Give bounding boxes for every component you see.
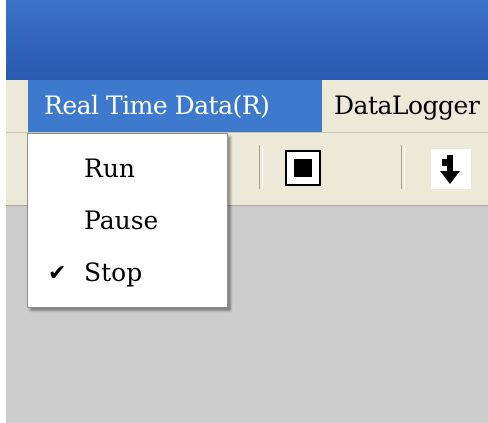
menu-item-run[interactable]: Run [28,144,227,194]
menu-item-stop[interactable]: ✔ Stop [28,248,227,298]
menu-datalogger[interactable]: DataLogger [334,80,480,132]
menu-item-stop-label: Stop [84,258,143,287]
checkmark-icon: ✔ [48,261,67,286]
download-arrow-icon [440,155,460,184]
menu-item-pause-label: Pause [84,206,159,235]
toolbar-separator [401,145,405,189]
toolbar-separator [259,145,263,189]
download-arrow-button[interactable] [431,149,471,189]
menu-bar: Real Time Data(R) DataLogger [6,80,488,133]
stop-button[interactable] [285,150,321,186]
stop-square-icon [294,159,312,177]
menu-real-time-data[interactable]: Real Time Data(R) [28,80,322,132]
real-time-data-dropdown: Run Pause ✔ Stop [27,133,228,308]
app-window: Real Time Data(R) DataLogger Run Pause ✔… [0,0,488,423]
menu-item-run-label: Run [84,154,136,183]
title-bar [6,0,488,80]
menu-item-pause[interactable]: Pause [28,196,227,246]
